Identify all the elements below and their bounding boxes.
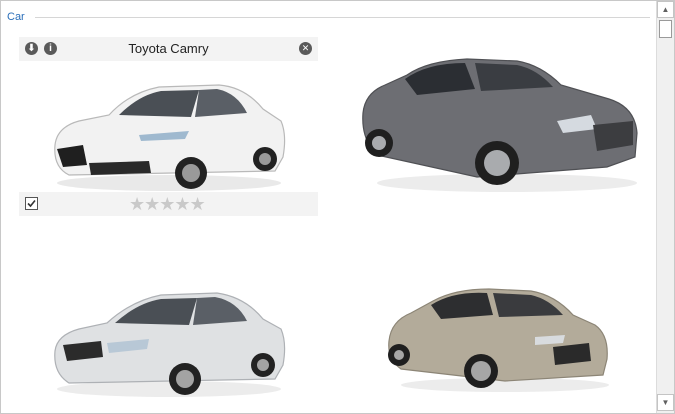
download-icon[interactable]: ⬇: [25, 42, 38, 55]
card-title: Toyota Camry: [128, 41, 209, 56]
group-header[interactable]: Car: [7, 10, 650, 24]
close-icon[interactable]: ✕: [299, 42, 312, 55]
car-image-honda: [54, 292, 286, 397]
check-icon: [27, 199, 36, 208]
scroll-up-button[interactable]: ▲: [657, 1, 674, 18]
group-divider: [35, 17, 650, 18]
group-title: Car: [7, 11, 25, 23]
car-card-4[interactable]: [347, 263, 646, 403]
car-image-audi: [388, 288, 609, 392]
car-card-1[interactable]: ⬇ i Toyota Camry ✕ ★★★★★: [19, 37, 318, 217]
card-footer: ★★★★★: [19, 192, 318, 216]
car-card-2[interactable]: [347, 37, 646, 217]
card-view-panel: Car ⬇ i Toyota Camry ✕ ★★★★★: [0, 0, 675, 414]
car-image-nissan: [362, 58, 638, 192]
rating-stars[interactable]: ★★★★★: [129, 194, 206, 214]
scroll-thumb[interactable]: [659, 20, 672, 38]
car-card-3[interactable]: [19, 263, 318, 403]
car-image-toyota-camry: [54, 84, 286, 191]
vertical-scrollbar[interactable]: ▲ ▼: [656, 1, 674, 413]
scroll-down-button[interactable]: ▼: [657, 394, 674, 411]
card-header: ⬇ i Toyota Camry ✕: [19, 37, 318, 61]
info-icon[interactable]: i: [44, 42, 57, 55]
select-checkbox[interactable]: [25, 197, 38, 210]
